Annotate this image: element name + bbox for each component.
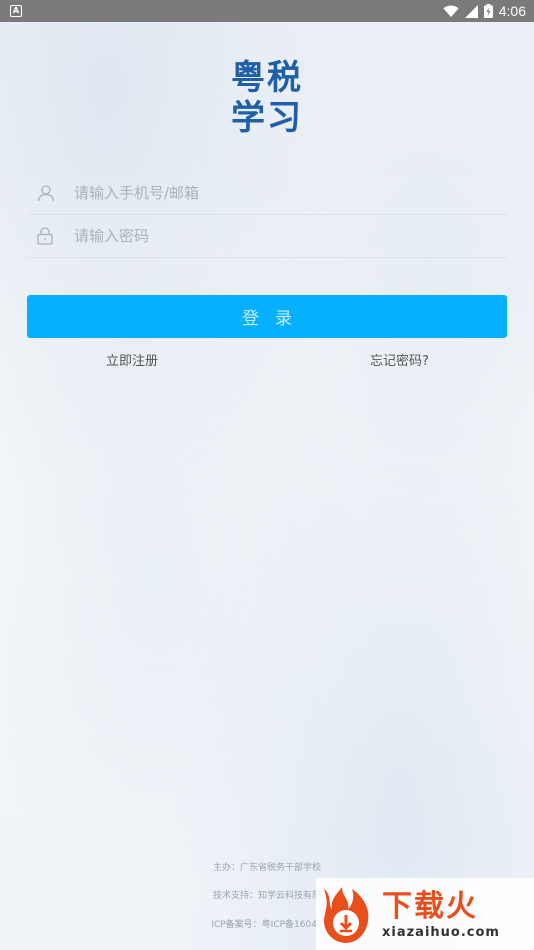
logo-line-2: 学习: [231, 98, 303, 138]
watermark-cn: 下载火: [382, 888, 478, 924]
watermark-en: xiazaihuo.com: [382, 924, 500, 940]
user-icon: [27, 184, 63, 202]
footer-host: 主办：广东省税务干部学校: [212, 863, 321, 873]
background: [0, 0, 534, 950]
watermark: 下载火 xiazaihuo.com: [316, 878, 534, 950]
password-input[interactable]: [74, 227, 474, 245]
login-button[interactable]: 登录: [27, 295, 507, 338]
forgot-password-link[interactable]: 忘记密码?: [370, 350, 429, 369]
app-logo: 粤税 学习: [0, 58, 534, 138]
signal-icon: [464, 4, 478, 18]
lock-icon: [27, 227, 63, 245]
register-link[interactable]: 立即注册: [106, 350, 158, 369]
battery-icon: [483, 4, 493, 18]
login-form: [27, 172, 507, 258]
username-field: [27, 172, 507, 215]
flame-logo-icon: [324, 887, 369, 943]
username-input[interactable]: [74, 184, 474, 202]
wifi-icon: [443, 5, 459, 17]
logo-line-1: 粤税: [231, 58, 303, 98]
password-field: [27, 215, 507, 258]
clock: 4:06: [498, 3, 526, 19]
notification-icon: A: [10, 5, 22, 17]
status-bar: A 4:06: [0, 0, 534, 22]
